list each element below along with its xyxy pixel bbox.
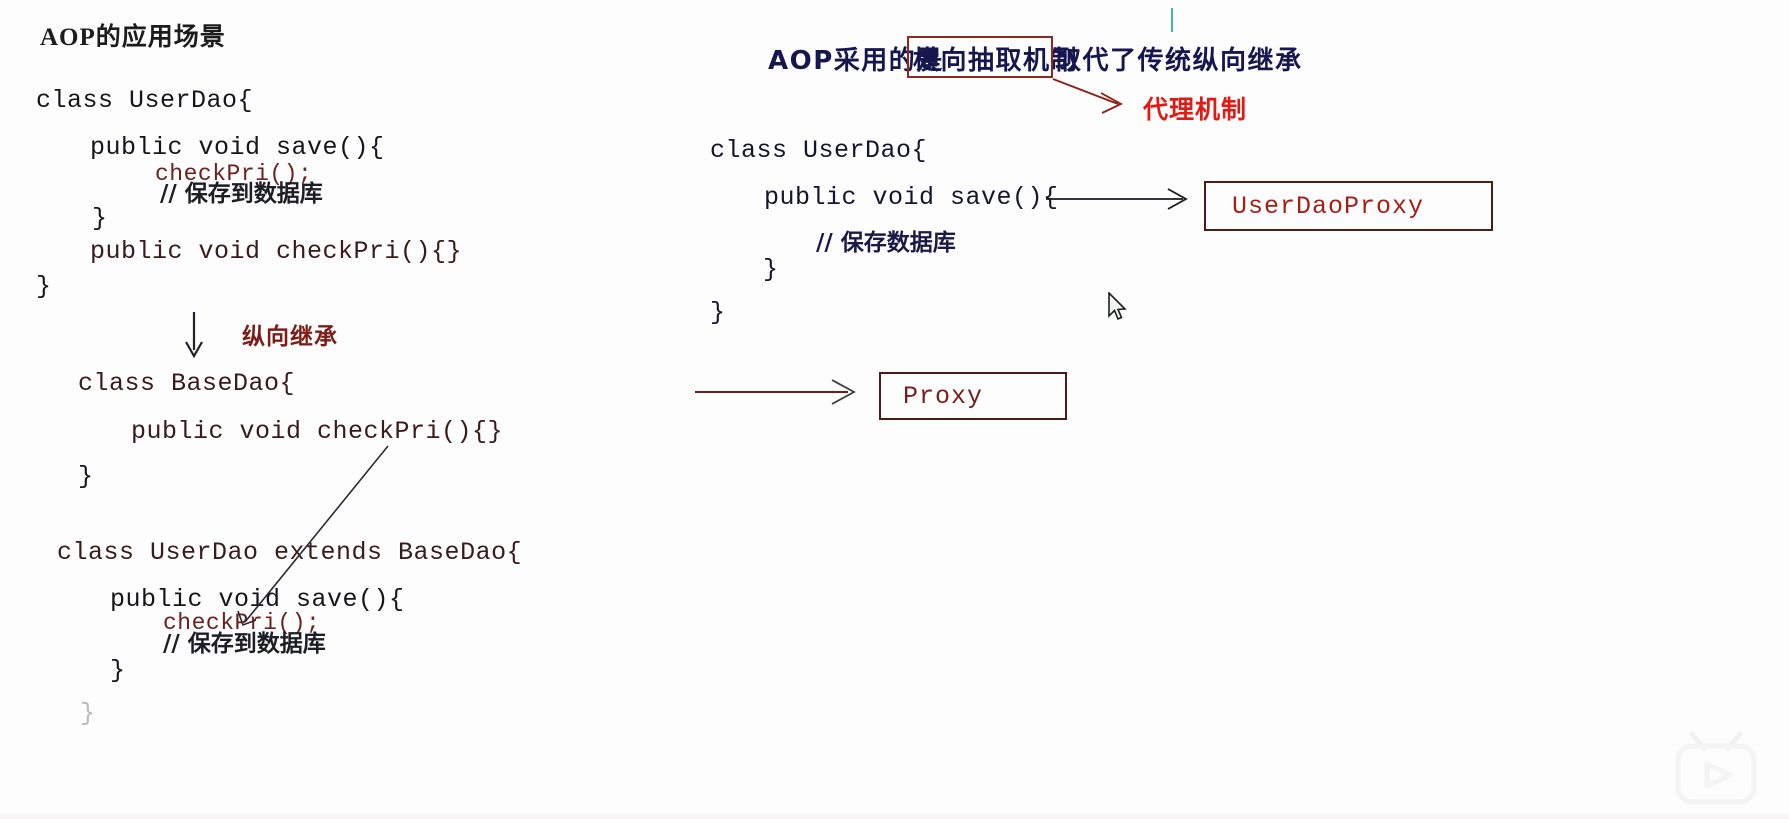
code-line-class-userdao-extends: class UserDao extends BaseDao{ — [57, 538, 523, 567]
code-comment-save-db-2: // 保存到数据库 — [163, 631, 326, 657]
save-to-proxy-arrow — [1046, 188, 1188, 210]
mouse-cursor — [1108, 292, 1127, 321]
code-line-checkpri-def-2: public void checkPri(){} — [131, 417, 504, 446]
right-code-line-save-open: public void save(){ — [764, 183, 1059, 212]
right-code-comment-save-db: // 保存数据库 — [816, 230, 956, 256]
code-comment-save-db-1: // 保存到数据库 — [160, 181, 323, 207]
vertical-inheritance-label: 纵向继承 — [242, 324, 338, 350]
userdaoproxy-label: UserDaoProxy — [1232, 192, 1425, 221]
code-line-class-basedao: class BaseDao{ — [78, 369, 296, 398]
right-code-line-close-class: } — [710, 298, 726, 327]
slide-canvas: AOP的应用场景 class UserDao{ public void save… — [0, 0, 1789, 819]
page-title: AOP的应用场景 — [40, 24, 226, 51]
code-line-save-open: public void save(){ — [90, 133, 385, 162]
highlight-box — [907, 36, 1053, 78]
code-line-close-save-2: } — [110, 656, 126, 685]
right-code-line-close-save: } — [763, 255, 779, 284]
proxy-mechanism-arrow — [1052, 78, 1123, 114]
right-code-line-class-userdao: class UserDao{ — [710, 136, 928, 165]
right-title-after: 取代了传统纵向继承 — [1055, 46, 1303, 76]
code-line-close-save-1: } — [92, 204, 108, 233]
code-line-close-class-1: } — [36, 272, 52, 301]
code-line-checkpri-def-1: public void checkPri(){} — [90, 237, 463, 266]
code-line-close-class-2: } — [78, 462, 94, 491]
proxy-mechanism-label: 代理机制 — [1143, 95, 1248, 124]
code-line-class-userdao: class UserDao{ — [36, 86, 254, 115]
proxy-inbound-arrow — [695, 379, 856, 405]
bottom-edge-bar — [0, 813, 1789, 819]
vertical-inheritance-arrow — [185, 312, 203, 359]
proxy-label: Proxy — [903, 382, 984, 411]
bilibili-play-watermark — [1675, 731, 1757, 805]
code-line-close-class-3: } — [80, 699, 96, 728]
